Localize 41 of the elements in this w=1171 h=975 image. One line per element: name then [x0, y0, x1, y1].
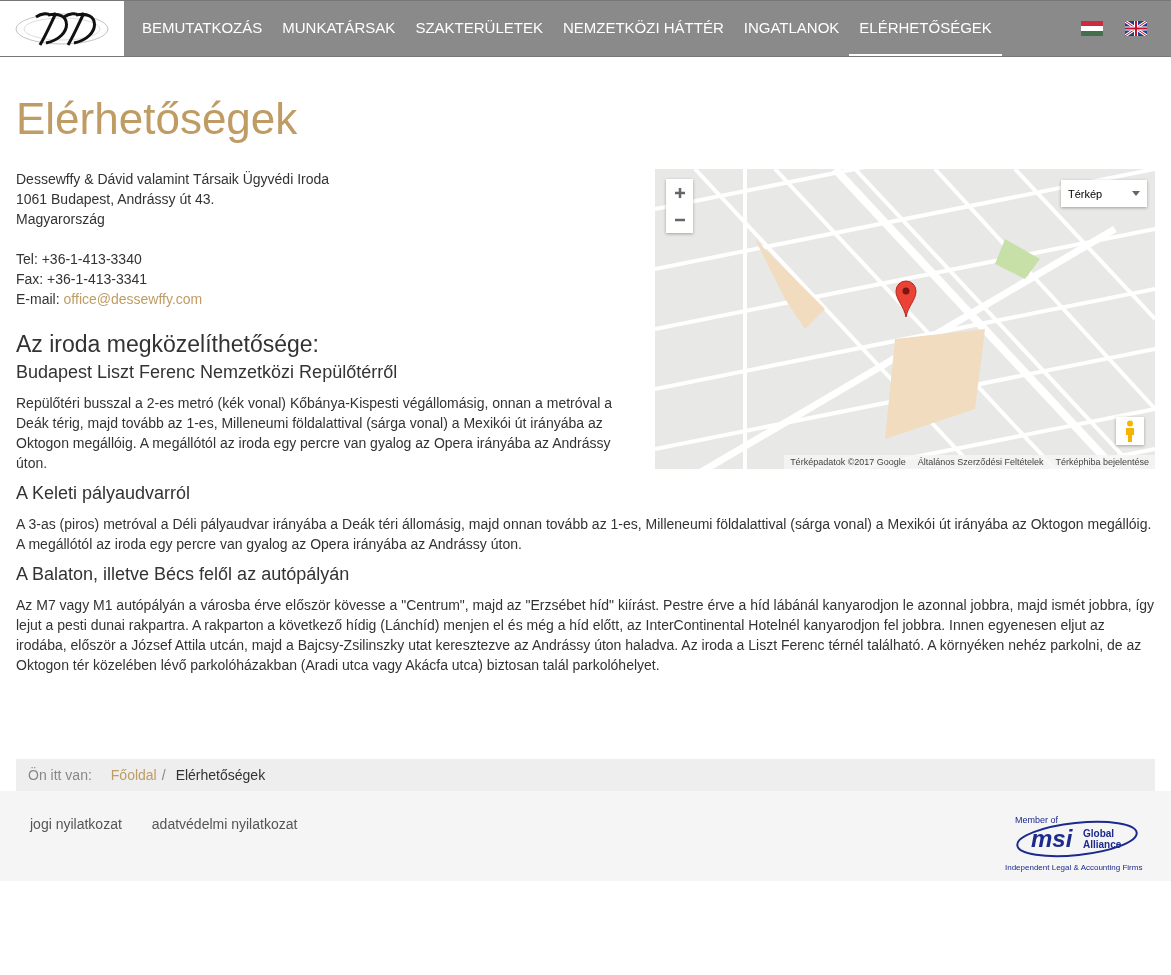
nav-link[interactable]: MUNKATÁRSAK [272, 1, 406, 56]
route-heading: A Balaton, illetve Bécs felől az autópályán [16, 564, 351, 586]
route-heading: Budapest Liszt Ferenc Nemzetközi Repülőtérről [16, 362, 399, 384]
nav-link[interactable]: SZAKTERÜLETEK [405, 1, 553, 56]
alliance-logo[interactable]: Member of msi Global Alliance Independent Legal & Accounting Firms [1005, 809, 1155, 876]
person-icon [1124, 420, 1136, 443]
address-line: 1061 Budapest, Andrássy út 43. [16, 190, 216, 210]
map-attribution-link[interactable]: Térképhiba bejelentése [1049, 455, 1155, 470]
map-attribution-link[interactable]: Általános Szerződési Feltételek [911, 455, 1050, 470]
map-attribution-link[interactable]: Térképadatok ©2017 Google [784, 455, 912, 470]
breadcrumb-current: Elérhetőségek [175, 767, 266, 784]
breadcrumb-separator: / [161, 767, 166, 784]
zoom-in-button[interactable] [666, 179, 693, 207]
address-line: Dessewffy & Dávid valamint Társaik Ügyvédi Iroda [16, 170, 331, 190]
page-title: Elérhetőségek [16, 95, 299, 144]
route-paragraph: Az M7 vagy M1 autópályán a városba érve először kövesse a "Centrum", majd az "Erzsébet híd" kiírást. Pestre érve a híd lábánál kanyarodjon le azonnal jobbra, majd ismét jobbra, így lejut a pesti dunai rakpartra. A rakparton a következő hídig (Lánchíd) menjen el és még a híd előtt, az InterContinental Hotelnél kanyarodjon fel jobbra. Innen egyenesen eljut az irodába, először a József Attila utcán, majd a Bajcsy-Zsilinszky utat keresztezve az Andrássy úton haladva. Az iroda a Liszt Ferenc térnél található. A környéken nehéz parkolni, de az Oktogon tér közelében lévő parkolóházakban (Aradi utca vagy Akácfa utca) biztosan talál parkolóhelyet. [16, 596, 1155, 676]
route-heading: A Keleti pályaudvarról [16, 483, 192, 505]
nav-link[interactable]: BEMUTATKOZÁS [132, 1, 273, 56]
route-paragraph: Repülőtéri busszal a 2-es metró (kék vonal) Kőbánya-Kispesti végállomásig, onnan a metróval a Deák térig, majd tovább az 1-es, Milleneumi földalattival (sárga vonal) a Mexikói út irányába az Oktogon megállóig. A megállótól az iroda egy percre van gyalog az Opera irányába az Andrássy úton. [16, 394, 614, 474]
nav-link[interactable]: NEMZETKÖZI HÁTTÉR [552, 1, 734, 56]
zoom-out-button[interactable] [666, 206, 693, 234]
nav-link[interactable]: INGATLANOK [733, 1, 850, 56]
breadcrumb-link[interactable]: Főoldal [110, 767, 157, 784]
address-line: Magyarország [16, 210, 106, 230]
nav-link[interactable]: ELÉRHETŐSÉGEK [849, 1, 1002, 56]
breadcrumb-label: Ön itt van: [28, 767, 92, 784]
contact-line: Tel: +36-1-413-3340 [16, 250, 143, 270]
plus-icon [673, 186, 686, 199]
email-link[interactable]: office@dessewffy.com [63, 291, 203, 308]
contact-label: E-mail: [16, 291, 60, 308]
footer-link[interactable]: adatvédelmi nyilatkozat [151, 816, 298, 833]
route-paragraph: A 3-as (piros) metróval a Déli pályaudvar irányába a Deák téri állomásig, majd onnan tovább az 1-es, Milleneumi földalattival (sárga vonal) a Mexikói út irányába az Oktogon megállóig. A megállótól az iroda egy percre van gyalog az Opera irányába az Andrássy úton. [16, 515, 1153, 555]
flag-icon[interactable] [1125, 21, 1147, 36]
logo-icon[interactable] [0, 1, 124, 56]
flag-icon[interactable] [1081, 21, 1103, 36]
caret-icon [1132, 191, 1140, 197]
map-type-dropdown[interactable]: Térkép [1061, 180, 1147, 208]
footer-link[interactable]: jogi nyilatkozat [30, 816, 122, 833]
map-pin-icon[interactable] [895, 280, 917, 319]
contact-line: Fax: +36-1-413-3341 [16, 270, 149, 290]
section-heading: Az iroda megközelíthetősége: [16, 331, 320, 359]
